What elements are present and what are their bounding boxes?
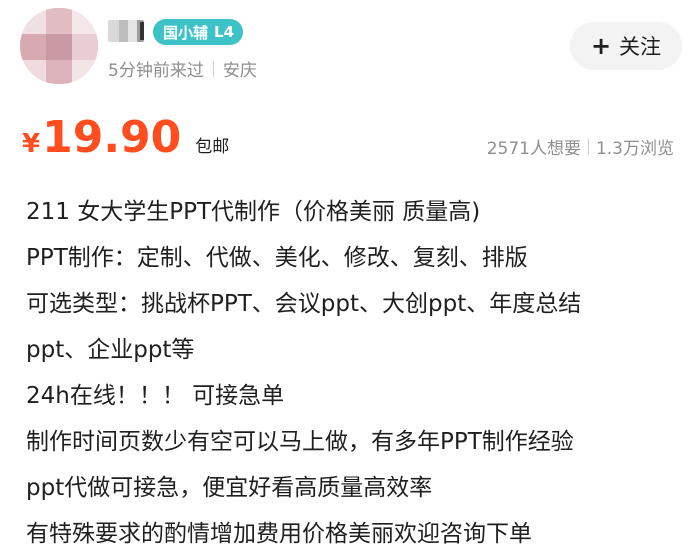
description-line: 制作时间页数少有空可以马上做，有多年PPT制作经验 <box>26 429 574 455</box>
description-line: 211 女大学生PPT代制作（价格美丽 质量高) <box>26 199 481 225</box>
seller-location: 安庆 <box>222 61 257 81</box>
currency-symbol: ¥ <box>22 129 41 159</box>
item-description: 211 女大学生PPT代制作（价格美丽 质量高) PPT制作：定制、代做、美化、… <box>26 189 686 557</box>
seller-avatar[interactable] <box>20 8 98 84</box>
stats-divider <box>587 138 589 155</box>
description-line: PPT制作：定制、代做、美化、修改、复刻、排版 <box>26 245 528 271</box>
level-badge-level: L4 <box>214 23 235 41</box>
shipping-label: 包邮 <box>195 137 230 157</box>
description-line: ppt、企业ppt等 <box>26 337 195 363</box>
last-seen-text: 5分钟前来过 <box>108 61 204 81</box>
follow-button-label: 关注 <box>619 35 662 59</box>
price-row: ¥ 19.90 包邮 <box>22 112 229 172</box>
item-stats: 2571人想要 1.3万浏览 <box>487 134 674 159</box>
seller-level-badge: 国小辅 L4 <box>153 19 244 45</box>
meta-divider <box>212 60 214 77</box>
description-line: 可选类型：挑战杯PPT、会议ppt、大创ppt、年度总结 <box>26 291 582 317</box>
description-line: ppt代做可接急，便宜好看高质量高效率 <box>26 475 433 501</box>
seller-meta: 5分钟前来过 安庆 <box>108 56 257 81</box>
wants-count: 2571人想要 <box>486 139 581 159</box>
follow-button[interactable]: + 关注 <box>570 22 682 70</box>
views-count: 1.3万浏览 <box>595 139 674 159</box>
level-badge-label: 国小辅 <box>163 23 209 42</box>
seller-name-redacted[interactable] <box>108 20 144 42</box>
price-amount: 19.90 <box>42 112 182 163</box>
description-line: 有特殊要求的酌情增加费用价格美丽欢迎咨询下单 <box>26 521 532 547</box>
plus-icon: + <box>590 32 612 60</box>
description-line: 24h在线！！！ 可接急单 <box>26 383 285 409</box>
